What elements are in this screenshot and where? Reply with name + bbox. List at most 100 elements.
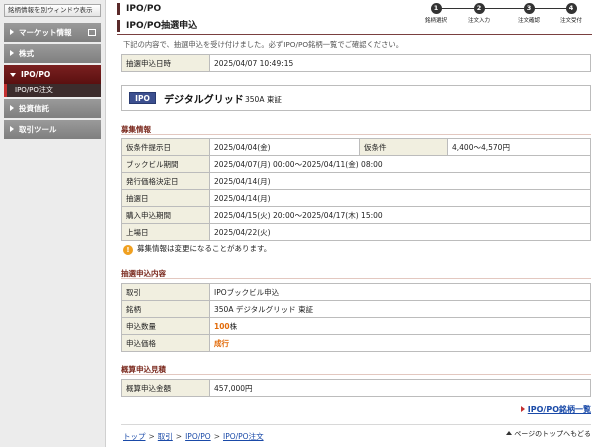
table-row: 発行価格決定日 2025/04/14(月) bbox=[121, 172, 591, 190]
row-value: 2025/04/14(月) bbox=[209, 172, 591, 190]
row-label: 取引 bbox=[121, 283, 210, 301]
row-label: 概算申込金額 bbox=[121, 379, 210, 397]
sidebar-item-label: IPO/PO bbox=[21, 70, 51, 79]
row-label: 発行価格決定日 bbox=[121, 172, 210, 190]
info-icon: ! bbox=[123, 245, 133, 255]
quantity-value: 100 bbox=[214, 321, 230, 331]
step-indicator: 1 銘柄選択 2 注文入力 3 注文確認 4 注文受付 bbox=[416, 3, 596, 31]
row-value: 成行 bbox=[209, 334, 591, 352]
price-value: 成行 bbox=[214, 338, 229, 348]
step-label: 注文確認 bbox=[517, 18, 540, 24]
breadcrumb-trade[interactable]: 取引 bbox=[158, 432, 173, 441]
sidebar-item-fund[interactable]: 投資信託 bbox=[4, 99, 101, 118]
step-number: 2 bbox=[473, 3, 485, 14]
sidebar-item-market[interactable]: マーケット情報 bbox=[4, 23, 101, 42]
breadcrumb: トップ > 取引 > IPO/PO > IPO/PO注文 bbox=[123, 432, 264, 441]
row-value: 100株 bbox=[209, 317, 591, 335]
row-label: ブックビル期間 bbox=[121, 155, 210, 173]
arrow-right-icon bbox=[10, 29, 14, 35]
page-top-link[interactable]: ページのトップへもどる bbox=[506, 429, 591, 439]
table-row: 抽選申込日時 2025/04/07 10:49:15 bbox=[121, 54, 591, 72]
row-value: 457,000円 bbox=[209, 379, 591, 397]
link-label: IPO/PO銘柄一覧 bbox=[527, 405, 591, 414]
row-label: 抽選日 bbox=[121, 189, 210, 207]
table-row: 申込価格 成行 bbox=[121, 334, 591, 352]
table-row: 銘柄 350A デジタルグリッド 東証 bbox=[121, 300, 591, 318]
table-row: ブックビル期間 2025/04/07(月) 00:00～2025/04/11(金… bbox=[121, 155, 591, 173]
ipo-badge: IPO bbox=[129, 92, 156, 104]
step-2: 2 注文入力 bbox=[459, 3, 499, 24]
sidebar-item-label: 株式 bbox=[19, 49, 34, 58]
open-window-button[interactable]: 銘柄情報を別ウィンドウ表示 bbox=[4, 4, 101, 17]
arrow-right-icon bbox=[10, 50, 14, 56]
stock-name: デジタルグリッド bbox=[164, 95, 244, 106]
table-row: 抽選日 2025/04/14(月) bbox=[121, 189, 591, 207]
row-value: 2025/04/14(月) bbox=[209, 189, 591, 207]
sidebar-item-tools[interactable]: 取引ツール bbox=[4, 120, 101, 139]
row-label: 購入申込期間 bbox=[121, 206, 210, 224]
footer-divider bbox=[121, 424, 591, 425]
page-top-label: ページのトップへもどる bbox=[514, 430, 591, 438]
ipo-list-link[interactable]: IPO/PO銘柄一覧 bbox=[520, 404, 591, 415]
row-value: 2025/04/22(火) bbox=[209, 223, 591, 241]
arrow-right-icon bbox=[10, 126, 14, 132]
step-number: 1 bbox=[430, 3, 442, 14]
arrow-right-icon bbox=[520, 406, 525, 412]
quantity-unit: 株 bbox=[229, 321, 238, 331]
sidebar-item-label: 投資信託 bbox=[19, 104, 49, 113]
arrow-down-icon bbox=[10, 73, 16, 77]
confirmation-message: 下記の内容で、抽選申込を受け付けました。必ずIPO/PO銘柄一覧でご確認ください… bbox=[123, 40, 403, 49]
new-window-icon bbox=[88, 29, 96, 36]
sidebar-item-stock[interactable]: 株式 bbox=[4, 44, 101, 63]
sidebar-item-ipo-po[interactable]: IPO/PO bbox=[4, 65, 101, 84]
step-label: 注文入力 bbox=[467, 18, 490, 24]
sidebar-item-label: マーケット情報 bbox=[19, 28, 72, 37]
row-value: 350A デジタルグリッド 東証 bbox=[209, 300, 591, 318]
title-divider bbox=[117, 34, 592, 35]
section-divider bbox=[121, 278, 591, 279]
sidebar-subitem-ipo-po-order[interactable]: IPO/PO注文 bbox=[4, 84, 101, 97]
section-divider bbox=[121, 374, 591, 375]
breadcrumb-ipo-po[interactable]: IPO/PO bbox=[185, 432, 211, 441]
step-number: 3 bbox=[523, 3, 535, 14]
step-3: 3 注文確認 bbox=[509, 3, 549, 24]
estimate-table: 概算申込金額 457,000円 bbox=[121, 379, 591, 397]
row-label: 銘柄 bbox=[121, 300, 210, 318]
section-divider bbox=[121, 134, 591, 135]
section-label: IPO/PO bbox=[117, 3, 161, 15]
table-row: 購入申込期間 2025/04/15(火) 20:00～2025/04/17(木)… bbox=[121, 206, 591, 224]
recruit-info-table: 仮条件提示日 2025/04/04(金) 仮条件 4,400～4,570円 ブッ… bbox=[121, 138, 591, 241]
arrow-up-icon bbox=[506, 431, 513, 435]
row-value: 2025/04/04(金) bbox=[209, 138, 360, 156]
arrow-right-icon bbox=[10, 105, 14, 111]
step-1: 1 銘柄選択 bbox=[416, 3, 456, 24]
step-4: 4 注文受付 bbox=[551, 3, 591, 24]
row-value: 4,400～4,570円 bbox=[447, 138, 591, 156]
timestamp-table: 抽選申込日時 2025/04/07 10:49:15 bbox=[121, 54, 591, 72]
step-label: 注文受付 bbox=[559, 18, 582, 24]
note-text: 募集情報は変更になることがあります。 bbox=[137, 244, 272, 253]
step-label: 銘柄選択 bbox=[424, 18, 447, 24]
table-row: 取引 IPOブックビル申込 bbox=[121, 283, 591, 301]
row-value: 2025/04/07(月) 00:00～2025/04/11(金) 08:00 bbox=[209, 155, 591, 173]
breadcrumb-top[interactable]: トップ bbox=[123, 432, 146, 441]
breadcrumb-ipo-po-order[interactable]: IPO/PO注文 bbox=[223, 432, 264, 441]
order-table: 取引 IPOブックビル申込 銘柄 350A デジタルグリッド 東証 申込数量 1… bbox=[121, 283, 591, 352]
table-row: 上場日 2025/04/22(火) bbox=[121, 223, 591, 241]
stock-header: IPO デジタルグリッド 350A 東証 bbox=[121, 85, 591, 111]
stock-code-market: 350A 東証 bbox=[245, 95, 282, 104]
row-label: 申込数量 bbox=[121, 317, 210, 335]
step-number: 4 bbox=[565, 3, 577, 14]
row-label: 仮条件提示日 bbox=[121, 138, 210, 156]
sidebar-item-label: 取引ツール bbox=[19, 125, 57, 134]
page-title: IPO/PO抽選申込 bbox=[117, 20, 197, 32]
table-row: 申込数量 100株 bbox=[121, 317, 591, 335]
timestamp-value: 2025/04/07 10:49:15 bbox=[209, 54, 591, 72]
row-value: 2025/04/15(火) 20:00～2025/04/17(木) 15:00 bbox=[209, 206, 591, 224]
timestamp-label: 抽選申込日時 bbox=[121, 54, 210, 72]
row-value: IPOブックビル申込 bbox=[209, 283, 591, 301]
recruit-note: ! 募集情報は変更になることがあります。 bbox=[123, 243, 271, 255]
row-label: 仮条件 bbox=[359, 138, 448, 156]
sidebar: 銘柄情報を別ウィンドウ表示 マーケット情報 株式 IPO/PO IPO/PO注文… bbox=[0, 0, 106, 447]
row-label: 上場日 bbox=[121, 223, 210, 241]
